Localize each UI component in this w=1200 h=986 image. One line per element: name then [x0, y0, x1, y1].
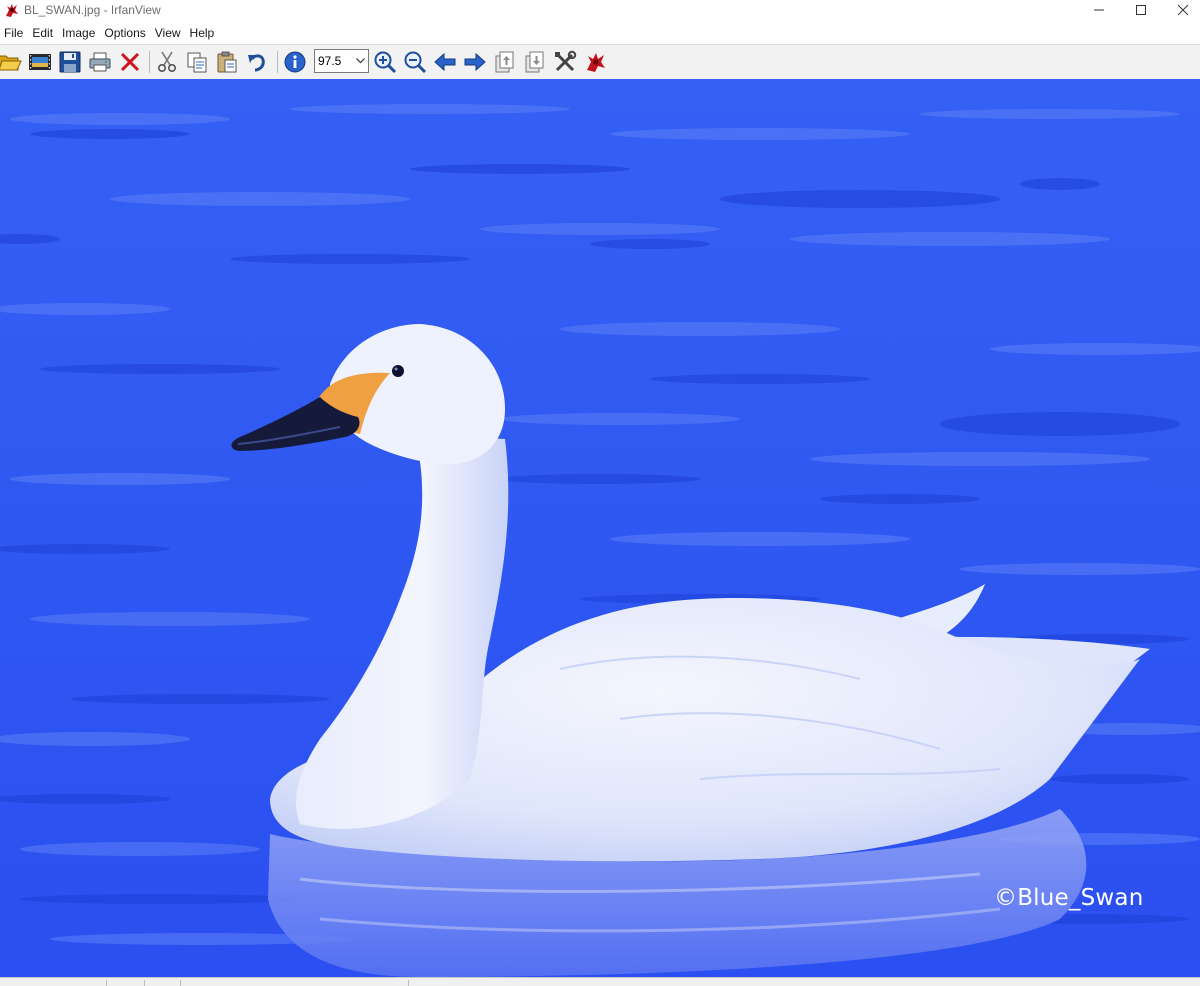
irfanview-about-button[interactable] [583, 49, 609, 75]
toolbar-separator [277, 51, 278, 73]
close-icon [1177, 4, 1189, 16]
menu-file[interactable]: File [0, 23, 28, 43]
copy-icon [187, 52, 207, 73]
delete-button[interactable] [117, 49, 143, 75]
menu-image[interactable]: Image [58, 23, 100, 43]
zoom-level-select[interactable]: 97.5 [314, 49, 369, 73]
menu-edit[interactable]: Edit [28, 23, 58, 43]
toolbar: 97.5 [0, 44, 1200, 80]
zoom-out-button[interactable] [402, 49, 428, 75]
menu-options[interactable]: Options [100, 23, 150, 43]
properties-tools-icon [555, 50, 577, 72]
maximize-icon [1136, 5, 1146, 15]
properties-button[interactable] [552, 49, 578, 75]
irfanview-cat-icon [587, 53, 605, 72]
paste-button[interactable] [214, 49, 240, 75]
slideshow-icon [29, 54, 51, 70]
irfanview-window: BL_SWAN.jpg - IrfanView File Edit Image … [0, 0, 1200, 986]
first-page-icon [495, 51, 514, 73]
title-bar[interactable]: BL_SWAN.jpg - IrfanView [0, 0, 1200, 22]
status-separator [408, 980, 409, 986]
paste-icon [217, 51, 237, 73]
zoom-out-icon [404, 51, 427, 74]
print-icon [89, 52, 111, 72]
copyright-watermark: ©Blue_Swan [994, 885, 1144, 911]
status-separator [144, 980, 145, 986]
slideshow-button[interactable] [27, 49, 53, 75]
cut-button[interactable] [154, 49, 180, 75]
status-separator [180, 980, 181, 986]
status-separator [106, 980, 107, 986]
print-button[interactable] [87, 49, 113, 75]
undo-icon [248, 54, 265, 72]
previous-arrow-icon [434, 52, 456, 72]
zoom-level-value: 97.5 [318, 54, 342, 68]
previous-image-button[interactable] [432, 49, 458, 75]
status-bar [0, 977, 1200, 986]
irfanview-cat-icon [6, 4, 18, 17]
toolbar-separator [149, 51, 150, 73]
menu-view[interactable]: View [151, 23, 186, 43]
minimize-button[interactable] [1076, 0, 1122, 20]
zoom-in-icon [374, 51, 397, 74]
image-viewer-canvas[interactable]: ©Blue_Swan [0, 79, 1200, 977]
chevron-down-icon [356, 58, 365, 64]
undo-button[interactable] [244, 49, 270, 75]
next-arrow-icon [464, 52, 486, 72]
info-icon [284, 51, 306, 73]
last-page-icon [525, 51, 544, 73]
menu-help[interactable]: Help [186, 23, 220, 43]
swan-photo [0, 79, 1200, 977]
next-image-button[interactable] [462, 49, 488, 75]
minimize-icon [1094, 9, 1104, 11]
copy-button[interactable] [184, 49, 210, 75]
window-title: BL_SWAN.jpg - IrfanView [24, 3, 161, 17]
open-folder-icon [0, 55, 22, 71]
cut-icon [157, 51, 177, 73]
zoom-in-button[interactable] [372, 49, 398, 75]
delete-icon [120, 52, 140, 72]
save-icon [59, 51, 81, 73]
last-page-button[interactable] [522, 49, 548, 75]
image-info-button[interactable] [282, 49, 308, 75]
open-button[interactable] [0, 49, 23, 75]
save-button[interactable] [57, 49, 83, 75]
maximize-button[interactable] [1118, 0, 1164, 20]
close-button[interactable] [1160, 0, 1200, 20]
first-page-button[interactable] [492, 49, 518, 75]
menu-bar: File Edit Image Options View Help [0, 23, 1200, 43]
